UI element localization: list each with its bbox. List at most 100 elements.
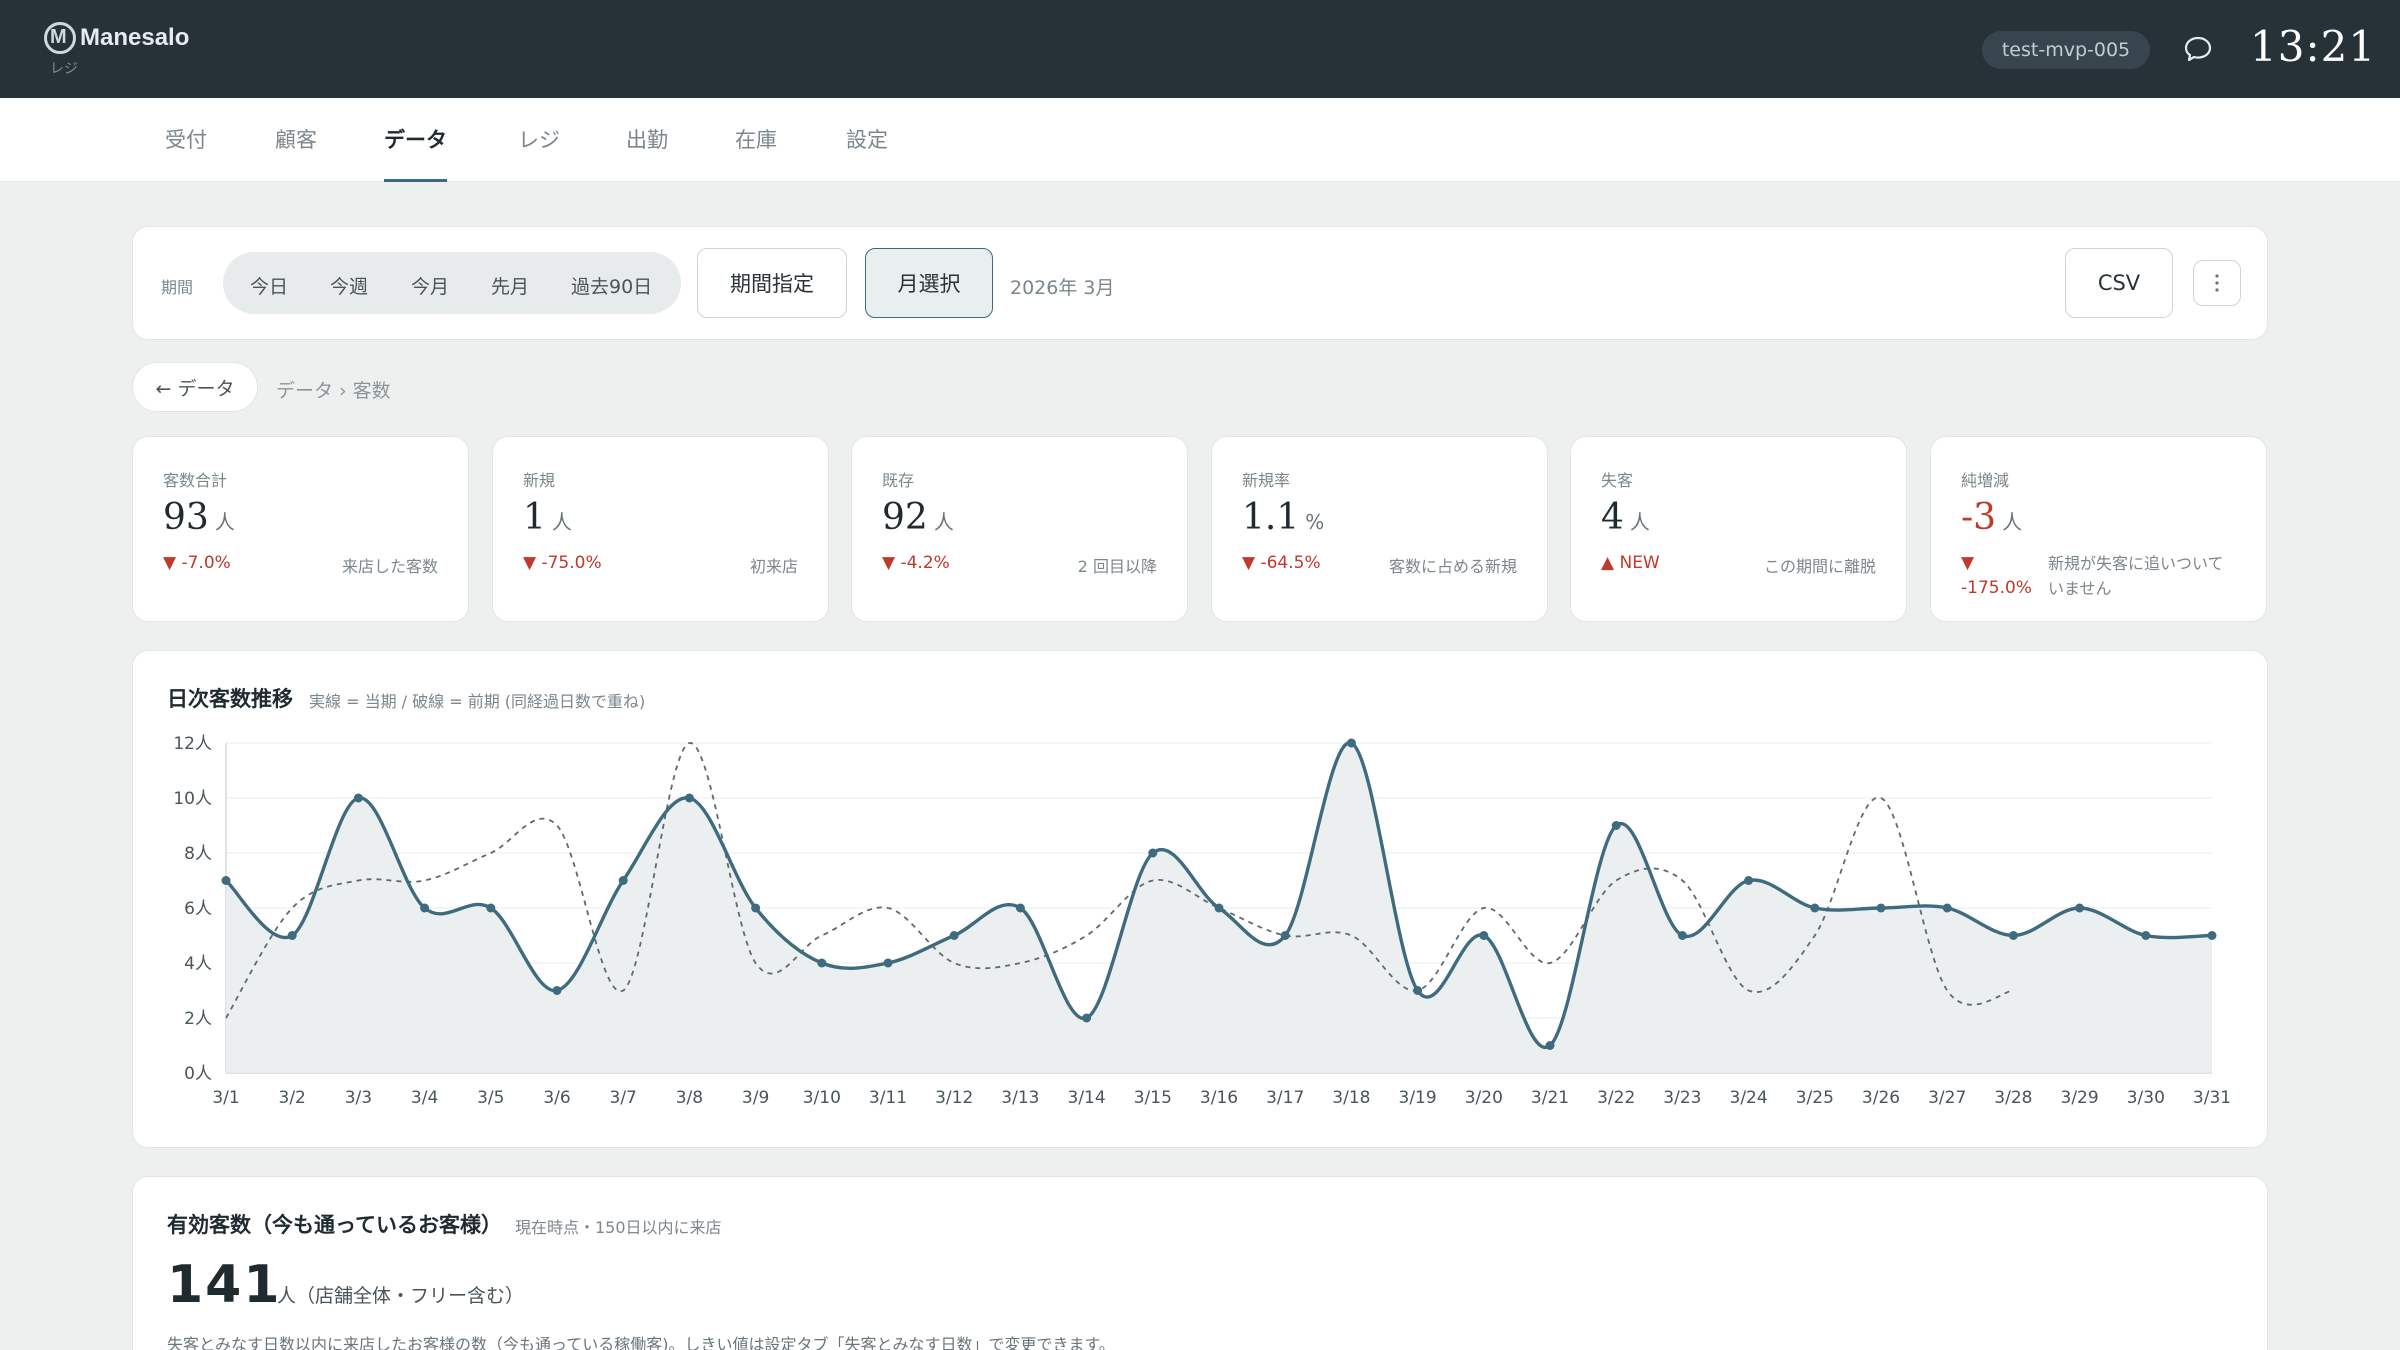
kpi-title: 新規率 — [1242, 471, 1291, 490]
nav-item-customers[interactable]: 顧客 — [275, 124, 317, 182]
nav-item-attendance[interactable]: 出勤 — [626, 124, 668, 182]
app-subtitle: レジ — [50, 61, 78, 77]
current-series-point — [1413, 986, 1423, 995]
current-series-point — [684, 793, 694, 803]
current-series-point — [287, 931, 297, 940]
selected-month: 2026年 3月 — [1010, 277, 1115, 299]
x-tick-label: 3/1 — [212, 1088, 239, 1108]
nav-item-reception[interactable]: 受付 — [165, 124, 207, 182]
x-tick-label: 3/25 — [1796, 1088, 1834, 1108]
x-tick-label: 3/5 — [477, 1088, 504, 1108]
kpi-card-total: 客数合計 93 人 ▼ -7.0% 来店した客数 — [132, 436, 469, 622]
x-tick-label: 3/22 — [1597, 1088, 1635, 1108]
kpi-value: 92 人 — [882, 497, 954, 538]
y-tick-label: 6人 — [184, 899, 212, 919]
x-tick-label: 3/24 — [1730, 1088, 1768, 1108]
x-tick-label: 3/15 — [1134, 1088, 1172, 1108]
x-tick-label: 3/14 — [1068, 1088, 1106, 1108]
current-series-point — [1611, 821, 1621, 830]
preset-today[interactable]: 今日 — [250, 272, 288, 299]
x-tick-label: 3/27 — [1928, 1088, 1966, 1108]
period-filter-card: 期間 今日 今週 今月 先月 過去90日 期間指定 月選択 2026年 3月 C… — [132, 226, 2268, 340]
kpi-card-lost: 失客 4人 ▲ NEW この期間に離脱 — [1570, 436, 1907, 622]
period-label: 期間 — [161, 278, 194, 297]
kpi-delta: ▼ -175.0% — [1961, 553, 2032, 598]
kpi-card-new-rate: 新規率 1.1% ▼ -64.5% 客数に占める新規 — [1211, 436, 1548, 622]
nav-item-settings[interactable]: 設定 — [846, 124, 888, 182]
kpi-note: 客数に占める新規 — [1388, 557, 1517, 576]
period-presets: 今日 今週 今月 先月 過去90日 — [223, 252, 681, 314]
current-series-point — [1810, 903, 1820, 913]
current-series-point — [2008, 931, 2018, 940]
current-series-point — [1942, 903, 1952, 913]
preset-last-90-days[interactable]: 過去90日 — [571, 272, 652, 299]
x-tick-label: 3/30 — [2127, 1088, 2165, 1108]
current-series-point — [221, 876, 231, 885]
kpi-title: 純増減 — [1961, 471, 2010, 490]
kpi-title: 客数合計 — [163, 471, 228, 490]
tenant-badge[interactable]: test-mvp-005 — [1982, 31, 2150, 69]
nav-item-inventory[interactable]: 在庫 — [735, 124, 777, 182]
current-series-point — [1015, 903, 1025, 913]
nav-item-register[interactable]: レジ — [518, 124, 560, 182]
kpi-delta: ▼ -64.5% — [1242, 553, 1321, 573]
csv-button[interactable]: CSV — [2065, 248, 2173, 318]
x-tick-label: 3/11 — [869, 1088, 907, 1108]
x-tick-label: 3/19 — [1399, 1088, 1437, 1108]
top-bar: Manesalo レジ test-mvp-005 13:21 — [0, 0, 2400, 98]
kpi-title: 既存 — [882, 471, 915, 490]
kpi-card-existing: 既存 92 人 ▼ -4.2% 2 回目以降 — [851, 436, 1188, 622]
kpi-value: 1.1% — [1242, 497, 1325, 538]
preset-last-month[interactable]: 先月 — [491, 272, 529, 299]
kpi-note: 初来店 — [749, 557, 798, 576]
current-series-point — [1280, 931, 1290, 940]
active-subtitle: 現在時点・150日以内に来店 — [515, 1218, 722, 1237]
more-menu-button[interactable] — [2193, 260, 2241, 306]
current-series-point — [420, 903, 430, 913]
logo[interactable]: Manesalo — [44, 22, 189, 54]
x-tick-label: 3/20 — [1465, 1088, 1503, 1108]
app-name: Manesalo — [80, 24, 190, 51]
current-series-point — [1148, 848, 1158, 858]
y-tick-label: 8人 — [184, 844, 212, 864]
kpi-delta: ▼ -7.0% — [163, 553, 231, 573]
kpi-card-net-change: 純増減 -3 人 ▼ -175.0% 新規が失客に追いついていません — [1930, 436, 2267, 622]
y-tick-label: 0人 — [184, 1064, 212, 1084]
current-series-point — [817, 958, 827, 968]
x-tick-label: 3/3 — [345, 1088, 372, 1108]
current-series-point — [1214, 903, 1224, 913]
daily-customers-chart: 0人 2人 4人 6人 8人 10人 12人 3/1 3/2 3/3 3/4 3/5 3/6 3/7 3/8… — [173, 734, 2231, 1108]
chat-icon[interactable] — [2184, 36, 2212, 62]
x-tick-label: 3/7 — [610, 1088, 637, 1108]
active-description: 失客とみなす日数以内に来店したお客様の数（今も通っている稼働客)。しきい値は設定… — [167, 1335, 1115, 1350]
kpi-value: 93 人 — [163, 497, 235, 538]
x-tick-label: 3/16 — [1200, 1088, 1238, 1108]
x-tick-label: 3/26 — [1862, 1088, 1900, 1108]
current-series-point — [1744, 876, 1754, 885]
active-count: 141 — [167, 1255, 282, 1315]
kpi-note: この期間に離脱 — [1763, 557, 1876, 576]
active-title: 有効客数（今も通っているお客様） — [167, 1212, 502, 1237]
current-series-point — [1677, 931, 1687, 940]
kpi-note: 来店した客数 — [341, 557, 438, 576]
current-series-point — [751, 903, 761, 913]
current-series-point — [1545, 1041, 1555, 1050]
month-select-button[interactable]: 月選択 — [865, 248, 993, 318]
preset-this-week[interactable]: 今週 — [330, 272, 368, 299]
kebab-icon — [2215, 274, 2219, 292]
x-tick-label: 3/4 — [411, 1088, 438, 1108]
logo-icon — [44, 22, 76, 54]
x-tick-label: 3/8 — [676, 1088, 703, 1108]
current-series-point — [552, 986, 562, 995]
nav-item-data[interactable]: データ — [384, 124, 447, 182]
back-to-data-button[interactable]: ← データ — [132, 362, 258, 412]
kpi-card-new: 新規 1人 ▼ -75.0% 初来店 — [492, 436, 829, 622]
current-series-point — [353, 793, 363, 803]
preset-this-month[interactable]: 今月 — [411, 272, 449, 299]
y-tick-label: 2人 — [184, 1009, 212, 1029]
kpi-delta: ▲ NEW — [1601, 553, 1660, 573]
kpi-value: 4人 — [1601, 497, 1650, 538]
x-tick-label: 3/23 — [1663, 1088, 1701, 1108]
date-range-button[interactable]: 期間指定 — [697, 248, 847, 318]
current-series-point — [486, 903, 496, 913]
